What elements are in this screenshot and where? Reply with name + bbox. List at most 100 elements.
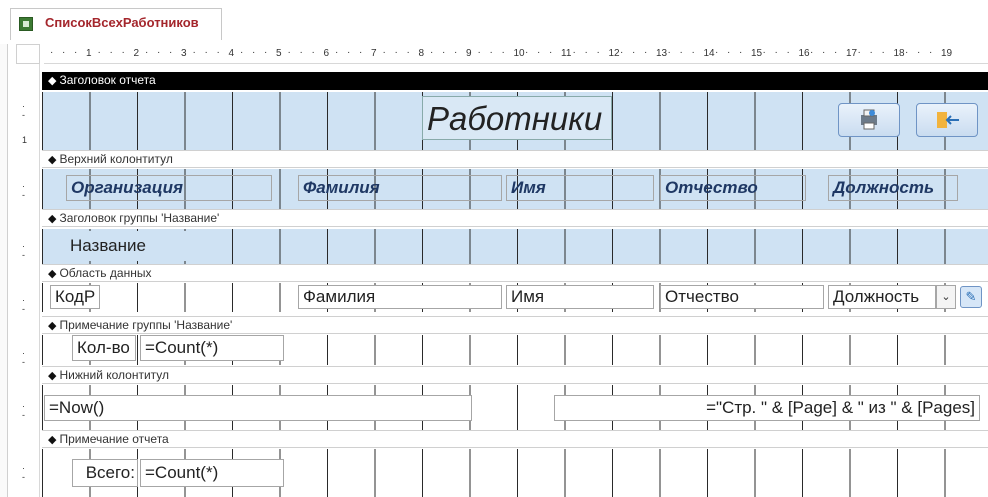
label-position[interactable]: Должность	[828, 175, 958, 201]
ruler-tick: ·	[715, 47, 719, 58]
ruler-tick: ·	[762, 47, 766, 58]
field-page-number[interactable]: ="Стр. " & [Page] & " из " & [Pages]	[554, 395, 980, 421]
section-arrow-icon: ◆	[48, 370, 57, 382]
field-position[interactable]: Должность	[828, 285, 936, 309]
page-footer-section[interactable]: =Now() ="Стр. " & [Page] & " из " & [Pag…	[42, 385, 988, 430]
label-name[interactable]: Имя	[506, 175, 654, 201]
left-edge	[0, 44, 8, 497]
ruler-tick: ·	[489, 47, 493, 58]
ruler-mark: 3	[181, 48, 187, 59]
ruler-tick: ·	[644, 47, 648, 58]
section-bar-report-header[interactable]: ◆ Заголовок отчета	[42, 72, 988, 90]
section-label: Примечание отчета	[59, 432, 169, 446]
ruler-tick: ·	[679, 47, 683, 58]
ruler-mark: 7	[371, 48, 377, 59]
ruler-mark: 2	[133, 48, 140, 59]
section-label: Примечание группы 'Название'	[59, 318, 233, 332]
vertical-ruler[interactable]: · - 1 · - · - · - · - · - · -	[16, 64, 40, 497]
ruler-tick: ·	[869, 47, 873, 58]
report-footer-section[interactable]: Всего: =Count(*)	[42, 449, 988, 497]
field-now[interactable]: =Now()	[44, 395, 472, 421]
section-arrow-icon: ◆	[48, 320, 57, 332]
field-patronymic[interactable]: Отчество	[660, 285, 824, 309]
ruler-mark: 12	[608, 48, 620, 59]
ruler-tick: ·	[382, 47, 386, 58]
field-count[interactable]: =Count(*)	[140, 335, 284, 361]
ruler-tick: ·	[299, 47, 303, 58]
ruler-tick: ·	[572, 47, 576, 58]
tab-label: СписокВсехРаботников	[45, 15, 199, 30]
field-name[interactable]: Имя	[506, 285, 654, 309]
ruler-tick: ·	[216, 47, 220, 58]
ruler-corner[interactable]	[16, 44, 40, 64]
section-arrow-icon: ◆	[48, 154, 57, 166]
ruler-tick: ·	[359, 47, 363, 58]
ruler-tick: ·	[834, 47, 838, 58]
ruler-tick: ·	[442, 47, 446, 58]
report-title[interactable]: Работники	[422, 96, 612, 140]
edit-pencil-icon[interactable]: ✎	[960, 286, 982, 308]
ruler-tick: ·	[109, 47, 113, 58]
ruler-tick: ·	[584, 47, 588, 58]
ruler-mark: 18	[893, 48, 905, 59]
section-label: Область данных	[59, 266, 152, 280]
ruler-tick: ·	[204, 47, 208, 58]
ruler-tick: ·	[727, 47, 731, 58]
group-header-section[interactable]: Название	[42, 229, 988, 264]
ruler-tick: ·	[157, 47, 161, 58]
ruler-tick: ·	[632, 47, 636, 58]
section-bar-page-footer[interactable]: ◆ Нижний колонтитул	[42, 366, 988, 384]
label-organization[interactable]: Организация	[66, 175, 272, 201]
section-label: Нижний колонтитул	[59, 368, 170, 382]
ruler-tick: ·	[62, 47, 66, 58]
ruler-tick: ·	[857, 47, 861, 58]
ruler-tick: ·	[121, 47, 125, 58]
chevron-down-icon[interactable]: ⌄	[936, 285, 956, 309]
detail-section[interactable]: КодР Фамилия Имя Отчество Должность ⌄ ✎	[42, 283, 988, 312]
label-patronymic[interactable]: Отчество	[660, 175, 806, 201]
ruler-tick: ·	[335, 47, 339, 58]
ruler-tick: ·	[537, 47, 541, 58]
ruler-tick: ·	[311, 47, 315, 58]
ruler-tick: ·	[240, 47, 244, 58]
ruler-tick: ·	[454, 47, 458, 58]
section-arrow-icon: ◆	[48, 213, 57, 225]
label-surname[interactable]: Фамилия	[298, 175, 502, 201]
ruler-mark: 16	[798, 48, 810, 59]
ruler-mark: 10	[513, 48, 525, 59]
label-total[interactable]: Всего:	[72, 459, 138, 487]
section-bar-group-header[interactable]: ◆ Заголовок группы 'Название'	[42, 209, 988, 227]
ruler-tick: ·	[525, 47, 529, 58]
ruler-tick: ·	[739, 47, 743, 58]
ruler-tick: ·	[549, 47, 553, 58]
section-bar-page-header[interactable]: ◆ Верхний колонтитул	[42, 150, 988, 168]
horizontal-ruler[interactable]: 1 · · · 2 · · · 3 · · · 4 · · · 5 · · · 6 · · · 7 · · · 8 · · · 9 · · · 10 · ·…	[44, 44, 988, 64]
section-arrow-icon: ◆	[48, 268, 57, 280]
ruler-tick: ·	[287, 47, 291, 58]
label-count[interactable]: Кол-во	[72, 335, 136, 361]
report-header-section[interactable]: Работники	[42, 92, 988, 150]
field-organization-name[interactable]: Название	[66, 231, 216, 261]
field-total-count[interactable]: =Count(*)	[140, 459, 284, 487]
section-bar-group-footer[interactable]: ◆ Примечание группы 'Название'	[42, 316, 988, 334]
group-footer-section[interactable]: Кол-во =Count(*)	[42, 335, 988, 365]
ruler-tick: ·	[347, 47, 351, 58]
ruler-mark: 17	[846, 48, 858, 59]
ruler-tick: ·	[691, 47, 695, 58]
close-button[interactable]	[916, 103, 978, 137]
tab-bar: СписокВсехРаботников	[0, 0, 988, 42]
page-header-section[interactable]: Организация Фамилия Имя Отчество Должнос…	[42, 169, 988, 209]
ruler-tick: ·	[74, 47, 78, 58]
report-icon	[19, 17, 33, 31]
field-kod[interactable]: КодР	[50, 285, 100, 309]
ruler-tick: ·	[430, 47, 434, 58]
printer-icon	[861, 109, 877, 130]
ruler-mark: 14	[703, 48, 715, 59]
section-bar-detail[interactable]: ◆ Область данных	[42, 264, 988, 282]
tab-report[interactable]: СписокВсехРаботников	[10, 8, 222, 40]
print-button[interactable]	[838, 103, 900, 137]
ruler-mark: 5	[276, 48, 282, 59]
section-bar-report-footer[interactable]: ◆ Примечание отчета	[42, 430, 988, 448]
field-surname[interactable]: Фамилия	[298, 285, 502, 309]
ruler-tick: ·	[264, 47, 268, 58]
